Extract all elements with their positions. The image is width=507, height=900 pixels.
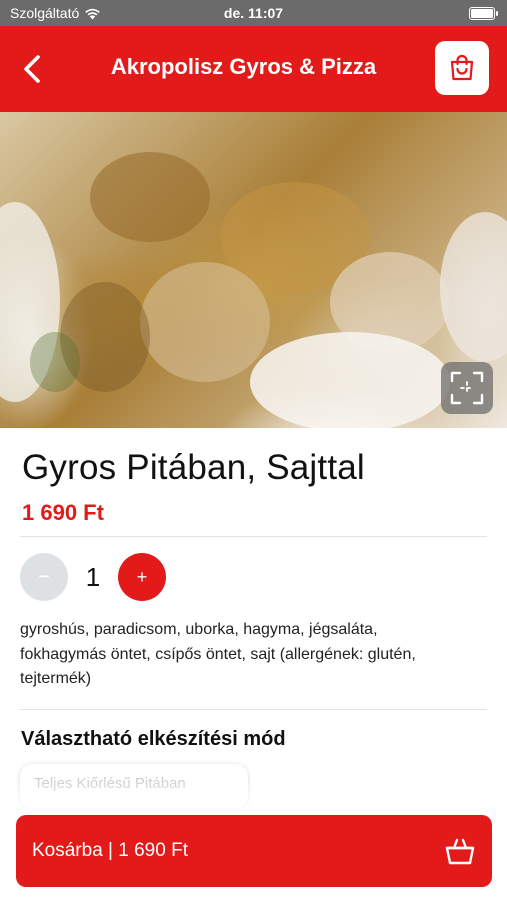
quantity-stepper: − 1 + <box>20 553 166 601</box>
chevron-left-icon <box>24 55 40 83</box>
cart-button[interactable] <box>435 41 489 95</box>
page-title: Akropolisz Gyros & Pizza <box>110 54 377 79</box>
increase-quantity-button[interactable]: + <box>118 553 166 601</box>
scroll-fade <box>0 775 507 815</box>
header: Akropolisz Gyros & Pizza <box>0 26 507 112</box>
product-price: 1 690 Ft <box>22 500 104 525</box>
product-description: gyroshús, paradicsom, uborka, hagyma, jé… <box>20 621 416 687</box>
divider <box>20 536 487 537</box>
shopping-bag-icon <box>450 54 474 81</box>
decrease-quantity-button[interactable]: − <box>20 553 68 601</box>
expand-icon <box>450 371 484 405</box>
zoom-button[interactable] <box>441 362 493 414</box>
basket-icon <box>445 838 475 865</box>
add-to-cart-button[interactable]: Kosárba | 1 690 Ft <box>16 815 492 887</box>
divider <box>20 709 487 710</box>
product-image <box>0 112 507 428</box>
quantity-value: 1 <box>85 561 101 592</box>
status-bar: Szolgáltató de. 11:07 <box>0 0 507 26</box>
back-button[interactable] <box>14 51 50 87</box>
options-title: Választható elkészítési mód <box>21 728 286 750</box>
product-name: Gyros Pitában, Sajttal <box>22 448 365 487</box>
battery-icon <box>469 7 498 20</box>
status-time: de. 11:07 <box>223 5 284 21</box>
add-to-cart-label: Kosárba | 1 690 Ft <box>32 840 188 861</box>
